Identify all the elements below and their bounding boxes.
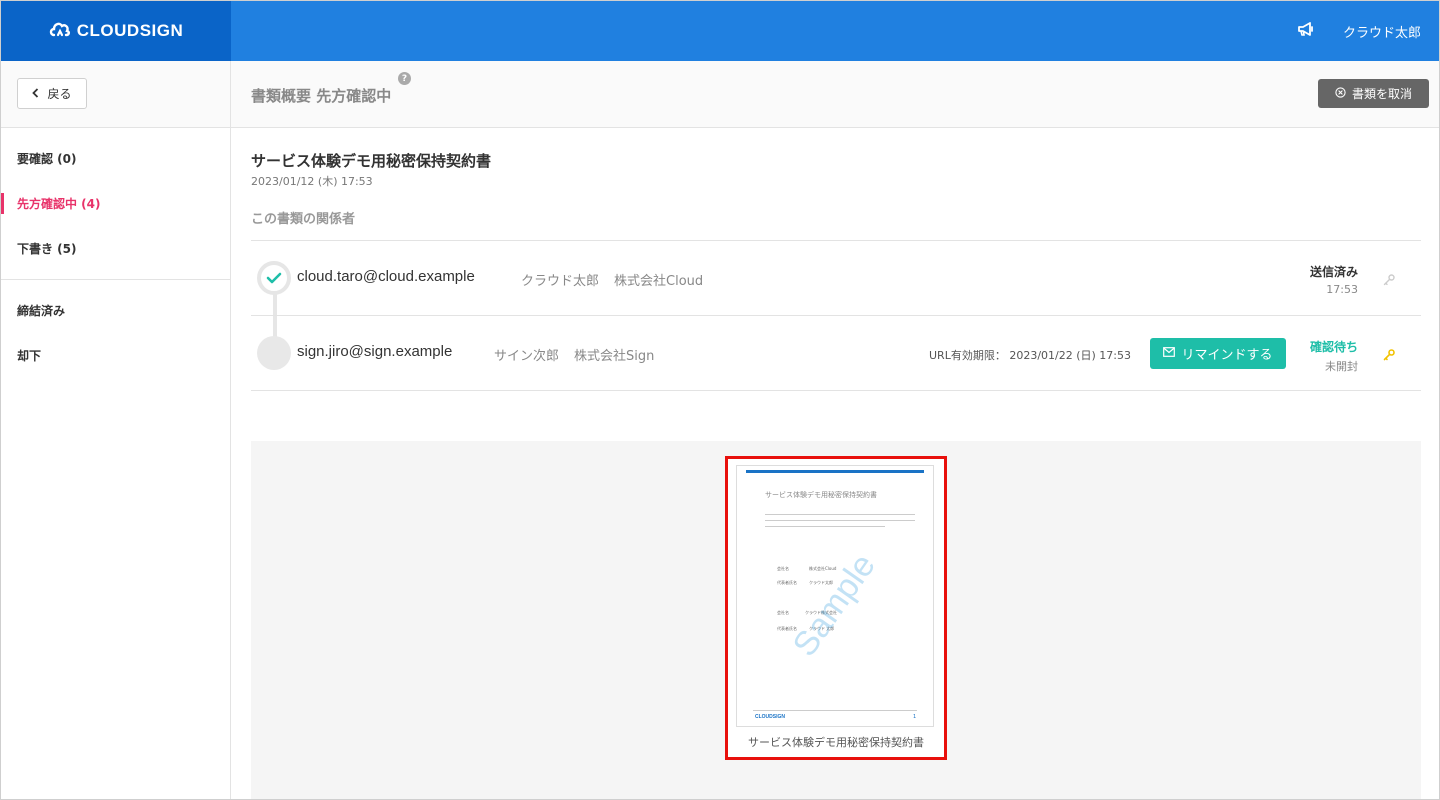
parties-section-label: この書類の関係者 [251, 212, 356, 227]
back-label: 戻る [47, 87, 72, 101]
sidebar-item-drafts[interactable]: 下書き (5) [1, 226, 230, 271]
cancel-document-label: 書類を取消 [1351, 87, 1412, 101]
document-date: 2023/01/12 (木) 17:53 [251, 175, 373, 188]
close-circle-icon [1335, 86, 1346, 101]
remind-label: リマインドする [1181, 348, 1273, 363]
status-time: 17:53 [1326, 283, 1358, 296]
key-icon [1383, 346, 1395, 365]
party-status: 送信済み 17:53 [1310, 263, 1358, 296]
url-expiry: URL有効期限： 2023/01/22 (日) 17:53 [929, 349, 1131, 362]
paper-text-line [765, 514, 915, 515]
sidebar-item-rejected[interactable]: 却下 [1, 333, 230, 378]
status-label: 送信済み [1309, 265, 1358, 279]
brand-name: CLOUDSIGN [76, 21, 184, 40]
sample-watermark: Sample [785, 547, 883, 664]
paper-footer-divider [753, 710, 917, 711]
status-label: 確認待ち [1309, 340, 1358, 354]
paper-field-label: 会社名 [777, 610, 789, 615]
party-name: サイン次郎 [494, 349, 560, 364]
sidebar-item-awaiting-recipient[interactable]: 先方確認中 (4) [1, 181, 230, 226]
paper-title: サービス体験デモ用秘密保持契約書 [765, 491, 877, 499]
paper-page-number: 1 [913, 714, 917, 720]
preview-caption: サービス体験デモ用秘密保持契約書 [748, 736, 924, 749]
party-status: 確認待ち 未開封 [1310, 338, 1358, 374]
app-window: CLOUDSIGN クラウド太郎 戻る 要確認 (0) 先方確認中 (4) 下書… [0, 0, 1440, 800]
key-icon [1383, 271, 1395, 290]
party-company: 株式会社Cloud [614, 274, 704, 289]
paper-field-label: 代表者氏名 [777, 580, 797, 585]
sidebar-item-completed[interactable]: 締結済み [1, 288, 230, 333]
check-icon [257, 261, 291, 295]
paper-header-bar [746, 470, 924, 473]
document-page-thumbnail[interactable]: サービス体験デモ用秘密保持契約書 会社名 株式会社Cloud 代表者氏名 クラウ… [736, 465, 934, 727]
top-bar: CLOUDSIGN クラウド太郎 [1, 1, 1439, 61]
paper-footer-logo: CLOUDSIGN [755, 714, 785, 720]
paper-field-value: 株式会社Cloud [809, 566, 837, 571]
brand-logo[interactable]: CLOUDSIGN [1, 1, 231, 61]
page-header: 書類概要 先方確認中 ? 書類を取消 [231, 61, 1439, 128]
sidebar-item-needs-action[interactable]: 要確認 (0) [1, 136, 230, 181]
party-email: cloud.taro@cloud.example [297, 268, 475, 285]
paper-text-line [765, 520, 915, 521]
pending-step-icon [257, 336, 291, 370]
document-title: サービス体験デモ用秘密保持契約書 [251, 152, 492, 170]
party-name: クラウド太郎 [521, 274, 600, 289]
status-sub: 未開封 [1325, 360, 1358, 373]
party-row: cloud.taro@cloud.example クラウド太郎 株式会社Clou… [251, 241, 1421, 316]
party-company: 株式会社Sign [574, 349, 655, 364]
remind-button[interactable]: リマインドする [1150, 338, 1286, 369]
paper-text-line [765, 526, 885, 527]
mail-icon [1163, 346, 1176, 361]
megaphone-icon[interactable] [1297, 21, 1315, 41]
party-email: sign.jiro@sign.example [297, 343, 453, 360]
user-menu[interactable]: クラウド太郎 [1343, 22, 1421, 41]
sidebar: 戻る 要確認 (0) 先方確認中 (4) 下書き (5) 締結済み 却下 [1, 61, 231, 799]
chevron-left-icon [32, 87, 39, 101]
page-title: 書類概要 先方確認中 [251, 87, 392, 105]
cancel-document-button[interactable]: 書類を取消 [1318, 79, 1429, 108]
party-list: cloud.taro@cloud.example クラウド太郎 株式会社Clou… [251, 240, 1421, 391]
help-icon[interactable]: ? [398, 72, 411, 85]
party-row: sign.jiro@sign.example サイン次郎 株式会社Sign UR… [251, 316, 1421, 391]
paper-field-label: 会社名 [777, 566, 789, 571]
cloud-logo-icon [49, 20, 71, 42]
back-button[interactable]: 戻る [17, 78, 87, 109]
